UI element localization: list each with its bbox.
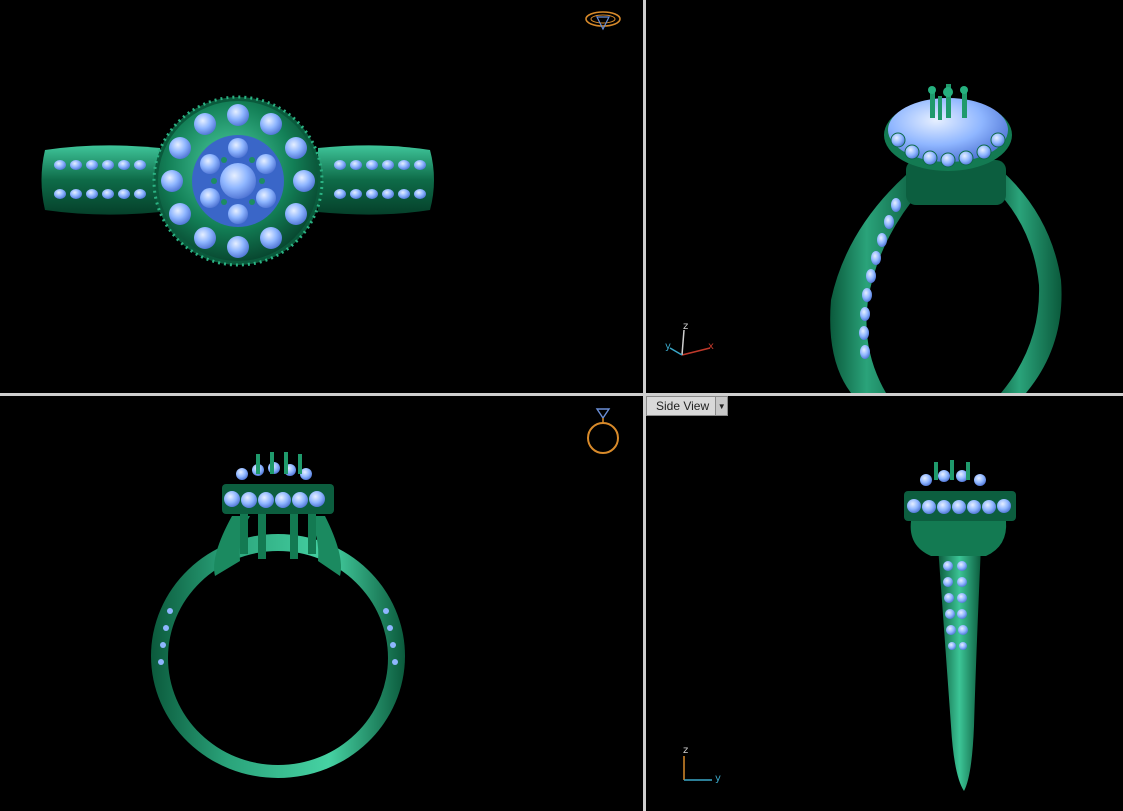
viewport-splitter-horizontal[interactable] — [0, 393, 1123, 396]
axis-z-label: z — [683, 745, 689, 756]
view-selector-label: Side View — [656, 399, 710, 413]
axis-y-label: y — [715, 773, 721, 784]
top-viewport[interactable] — [0, 0, 643, 393]
chevron-down-icon[interactable]: ▼ — [715, 397, 728, 415]
front-viewport[interactable] — [0, 396, 643, 811]
axis-triad — [669, 329, 711, 356]
ring-front-nav-icon[interactable] — [0, 396, 643, 811]
perspective-viewport[interactable]: z y x — [646, 0, 1123, 393]
axis-y-label: y — [665, 341, 671, 352]
axis-triad-side — [683, 756, 712, 781]
ring-top-nav-icon[interactable] — [0, 0, 643, 393]
axis-x-label: x — [708, 341, 714, 352]
view-selector[interactable]: Side View ▼ — [646, 396, 729, 416]
axis-z-label: z — [683, 321, 689, 332]
side-viewport[interactable]: z y — [646, 396, 1123, 811]
